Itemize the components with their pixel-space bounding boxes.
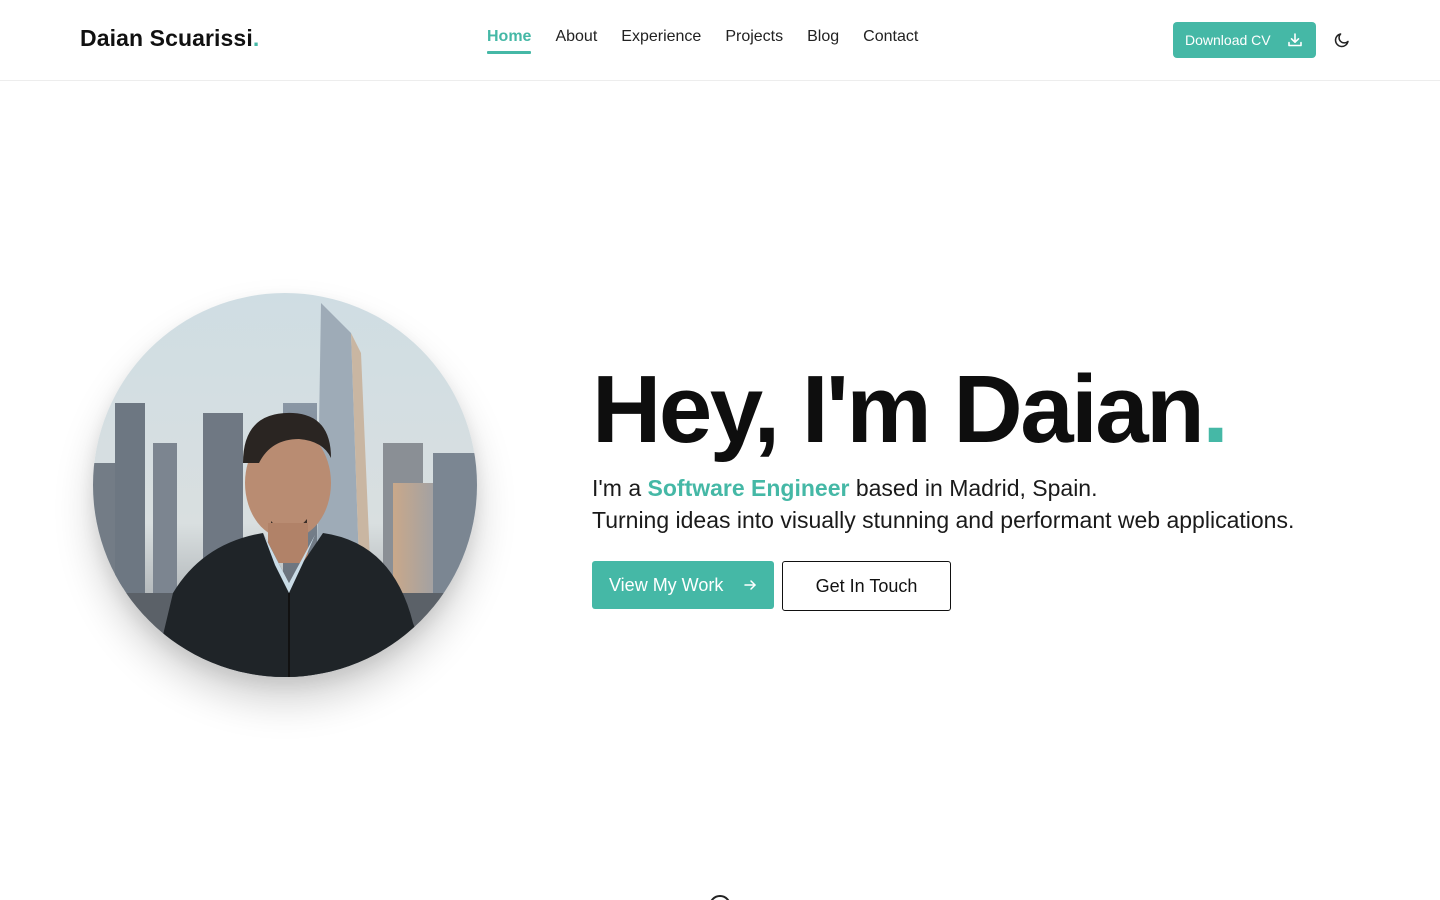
main-nav: Home About Experience Projects Blog Cont… <box>487 28 942 54</box>
download-cv-button[interactable]: Download CV <box>1173 22 1316 58</box>
download-icon <box>1288 33 1302 47</box>
hero-role: Software Engineer <box>647 475 850 501</box>
hero-tagline-suffix: based in Madrid, Spain. <box>849 475 1098 501</box>
brand-logo[interactable]: Daian Scuarissi. <box>80 25 259 52</box>
nav-link-about[interactable]: About <box>555 28 597 52</box>
profile-photo <box>93 293 477 677</box>
nav-link-home[interactable]: Home <box>487 28 532 54</box>
view-my-work-label: View My Work <box>609 574 724 595</box>
hero-tagline-prefix: I'm a <box>592 475 648 501</box>
hero-title-text: Hey, I'm Daian <box>592 356 1205 463</box>
view-my-work-button[interactable]: View My Work <box>592 561 774 609</box>
nav-link-experience[interactable]: Experience <box>621 28 701 52</box>
site-header: Daian Scuarissi. Home About Experience P… <box>0 0 1440 81</box>
brand-dot: . <box>252 25 260 51</box>
hero-title: Hey, I'm Daian. <box>592 355 1229 465</box>
moon-icon[interactable] <box>1333 31 1351 49</box>
nav-link-projects[interactable]: Projects <box>725 28 783 52</box>
brand-name: Daian Scuarissi <box>80 25 253 51</box>
nav-link-contact[interactable]: Contact <box>863 28 918 52</box>
scroll-down-indicator[interactable] <box>709 895 731 900</box>
download-cv-label: Download CV <box>1185 32 1271 48</box>
get-in-touch-button[interactable]: Get In Touch <box>782 561 951 611</box>
nav-link-blog[interactable]: Blog <box>807 28 839 52</box>
hero-title-dot: . <box>1202 356 1229 463</box>
hero-tagline: I'm a Software Engineer based in Madrid,… <box>592 475 1098 502</box>
page: Daian Scuarissi. Home About Experience P… <box>0 0 1440 900</box>
hero-description: Turning ideas into visually stunning and… <box>592 507 1295 533</box>
arrow-right-icon <box>744 580 756 590</box>
